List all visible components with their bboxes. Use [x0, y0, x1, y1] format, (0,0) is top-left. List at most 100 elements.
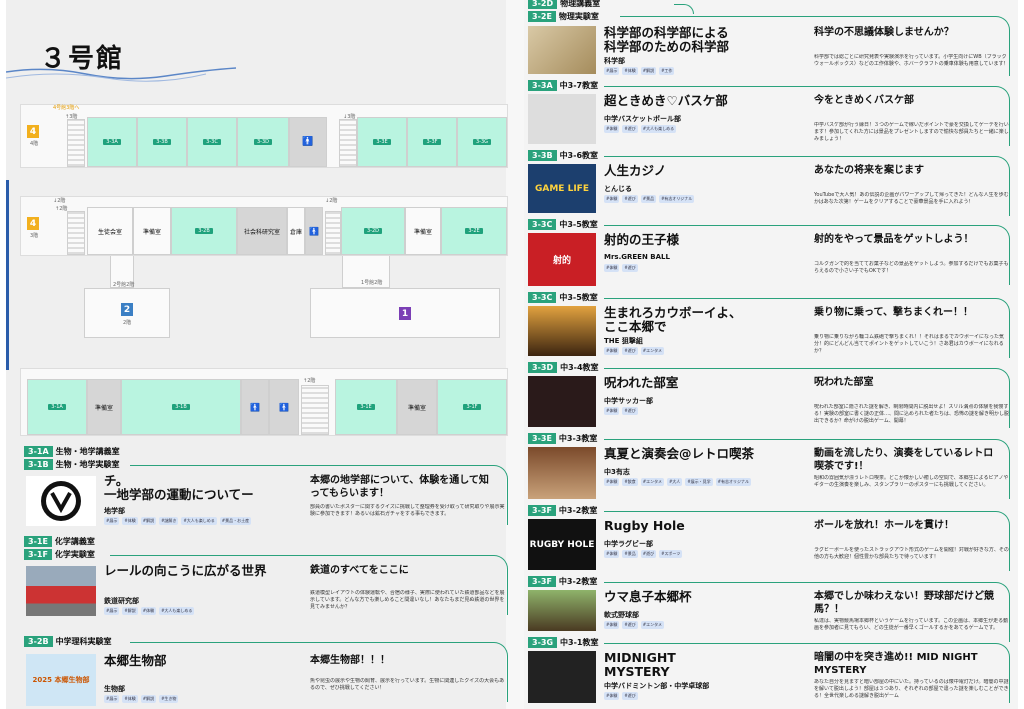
- room-3-3E[interactable]: 3-3E: [357, 117, 407, 167]
- floor-map-top: 4号館3階へ ↑3階 4 4階 3-3A 3-3B 3-3C 3-3D 🚹 ↓3…: [20, 104, 508, 168]
- room-3-1A[interactable]: 3-1A: [27, 379, 87, 435]
- event-headline: 射的をやって景品をゲットしよう！: [814, 234, 974, 245]
- event-entry[interactable]: 3-3B 中3-6教室 GAME LIFE 人生カジノ とんじる #体験 #遊び #景品 #有志…: [524, 150, 1018, 219]
- staircase: [339, 119, 357, 167]
- room-code: 3-3D: [528, 362, 558, 373]
- room-name: 生物・地学講義室: [55, 447, 120, 456]
- room-code: 3-1E: [24, 536, 52, 547]
- tag: #解説: [140, 695, 157, 703]
- room-code: 3-3F: [528, 576, 556, 587]
- tag: #展示: [104, 517, 120, 525]
- event-description: 中学バスケ部が行う縁日！３つのゲームで稼いだポイントで豪を交換してゲーテを行いま…: [814, 122, 1009, 142]
- room-code: 3-3C: [528, 292, 557, 303]
- room-label: 準備室: [413, 228, 432, 236]
- event-entry[interactable]: 3-3G 中3-1教室 MIDNIGHT MYSTERY 中学バドミントン部・中学卓球…: [524, 637, 1018, 709]
- room-3-3G[interactable]: 3-3G: [457, 117, 507, 167]
- stair-note: ↑2階: [303, 378, 316, 384]
- event-entry[interactable]: 3-3D 中3-4教室 呪われた部室 中学サッカー部 #体験 #遊び 呪われた部室 呪われた部…: [524, 362, 1018, 433]
- tag: #有志オリジナル: [715, 478, 752, 486]
- event-entry-geology[interactable]: 3-1A 生物・地学講義室 3-1B 生物・地学実験室 チ。 一地学部の運動について…: [20, 446, 508, 532]
- room-3-1E[interactable]: 3-1E: [335, 379, 397, 435]
- club-name: THE 狙撃組: [604, 337, 643, 345]
- building-1-link[interactable]: 1号館2階 1: [310, 280, 500, 338]
- tag: #体験: [122, 517, 138, 525]
- event-entry-biology[interactable]: 3-2B 中学理科実験室 2025 本郷生物部 本郷生物部 生物部 #展示 #体験 #…: [20, 636, 508, 709]
- room-tag: 3-2D 物理講義室: [528, 0, 600, 9]
- room-3-1B[interactable]: 3-1B: [121, 379, 241, 435]
- room-name: 中3-2教室: [558, 506, 598, 515]
- restroom-icon: 🚹: [269, 379, 299, 435]
- club-name: 科学部: [604, 57, 625, 65]
- room-3-2B[interactable]: 3-2B: [171, 207, 237, 255]
- room-3-3F[interactable]: 3-3F: [407, 117, 457, 167]
- event-entry-railway[interactable]: 3-1E 化学講義室 3-1F 化学実験室 レールの向こうに広がる世界 鉄道研究部 …: [20, 536, 508, 626]
- tag-list: #体験 #遊び: [604, 407, 638, 415]
- event-entry[interactable]: 3-3E 中3-3教室 真夏と演奏会@レトロ喫茶 中3有志 #体験 #飲食 #エンタメ #大人…: [524, 433, 1018, 505]
- event-thumbnail: [528, 26, 596, 74]
- event-entry[interactable]: 3-3C 中3-5教室 生まれろカウボーイよ、 ここ本郷で THE 狙撃組 #体験 #遊び…: [524, 292, 1018, 362]
- room-label: 3-3D: [253, 139, 273, 145]
- staircase: [325, 211, 341, 255]
- event-title: 人生カジノ: [604, 163, 667, 178]
- building-1-badge: 1: [399, 307, 411, 320]
- event-headline: 今をときめくバスケ部: [814, 95, 914, 106]
- room-tag: 3-3C 中3-5教室: [528, 219, 598, 230]
- event-entry[interactable]: 科学部の科学部による 科学部のための科学部 科学部 #展示 #体験 #解説 #工作 科学の不…: [524, 24, 1018, 80]
- room-code: 3-1B: [24, 459, 53, 470]
- room-tag: 3-3D 中3-4教室: [528, 362, 599, 373]
- tag: #謎解き: [159, 517, 179, 525]
- restroom-icon: 🚹: [289, 117, 327, 167]
- event-thumbnail: 射的: [528, 233, 596, 286]
- event-description: YouTubeで大人気！あの伝説の企画がパワーアップして帰ってきた！どんな人生を…: [814, 192, 1009, 205]
- room-3-2D[interactable]: 3-2D: [341, 207, 405, 255]
- room-label: 3-1A: [48, 404, 66, 410]
- room-label: 3-3F: [423, 139, 441, 145]
- room-label: 準備室: [142, 228, 161, 236]
- event-entry[interactable]: 3-3F 中3-2教室 RUGBY HOLE Rugby Hole 中学ラグビー部 #体験…: [524, 505, 1018, 576]
- thumb-text: 射的: [552, 256, 571, 266]
- event-title: チ。 一地学部の運動についてー: [104, 473, 254, 502]
- building-2-badge: 2: [121, 303, 133, 316]
- room-name: 化学講義室: [54, 537, 95, 546]
- tag-list: #体験 #遊び: [604, 264, 638, 272]
- club-name: 鉄道研究部: [104, 597, 139, 605]
- room-name: 中3-5教室: [559, 293, 598, 302]
- room-tag: 3-3B 中3-6教室: [528, 150, 598, 161]
- entry-frame-line: [674, 4, 694, 14]
- tag: #解説: [640, 67, 657, 75]
- tag: #体験: [604, 125, 620, 133]
- room-name: 物理講義室: [560, 0, 601, 8]
- room-3-3D[interactable]: 3-3D: [237, 117, 289, 167]
- tag-list: #体験 #遊び: [604, 692, 638, 700]
- building-2-link[interactable]: 2号館2階 2 2階: [84, 282, 170, 338]
- event-headline: 科学の不思議体験しませんか？: [814, 27, 954, 38]
- event-title: 真夏と演奏会@レトロ喫茶: [604, 446, 755, 461]
- event-entry[interactable]: 3-3F 中3-2教室 ウマ息子本郷杯 軟式野球部 #体験 #遊び #エンタメ 本郷でしか味わ…: [524, 576, 1018, 642]
- room-label: 3-2E: [465, 228, 483, 234]
- event-description: あなた自分を見ますと暗い部屋の中にいた。持っているのは懐中電灯だけ。暗闇の中謎を…: [814, 679, 1009, 699]
- tag: #大人: [666, 478, 683, 486]
- room-name: 中学理科実験室: [55, 637, 112, 646]
- club-logo-image: [26, 476, 96, 526]
- tag: #体験: [604, 407, 620, 415]
- room-label: 準備室: [407, 404, 426, 412]
- event-headline: 本郷でしか味わえない！野球部だけど競馬？！: [814, 591, 994, 615]
- event-headline: 本郷の地学部について、体験を通して知ってもらいます！: [310, 475, 489, 499]
- room-tag: 3-3A 中3-7教室: [528, 80, 598, 91]
- room-3-3C[interactable]: 3-3C: [187, 117, 237, 167]
- event-entry[interactable]: 3-3A 中3-7教室 超ときめき♡バスケ部 中学バスケットボール部 #体験 #遊び #大人…: [524, 80, 1018, 150]
- room-name: 物理実験室: [558, 12, 599, 21]
- club-name: 地学部: [104, 507, 125, 515]
- room-3-1F[interactable]: 3-1F: [437, 379, 507, 435]
- room-prep: 準備室: [87, 379, 121, 435]
- tag: #景品・お土産: [219, 517, 252, 525]
- room-label: 3-1F: [463, 404, 481, 410]
- tag: #大人も楽しめる: [640, 125, 677, 133]
- stair-note: ↓2階: [53, 198, 66, 204]
- room-3-3A[interactable]: 3-3A: [87, 117, 137, 167]
- event-entry[interactable]: 3-3C 中3-5教室 射的 射的の王子様 Mrs.GREEN BALL #体験 #遊び 射的…: [524, 219, 1018, 292]
- room-3-3B[interactable]: 3-3B: [137, 117, 187, 167]
- room-3-2E[interactable]: 3-2E: [441, 207, 507, 255]
- floor-label: 2階: [123, 320, 132, 326]
- tag: #景品: [640, 195, 657, 203]
